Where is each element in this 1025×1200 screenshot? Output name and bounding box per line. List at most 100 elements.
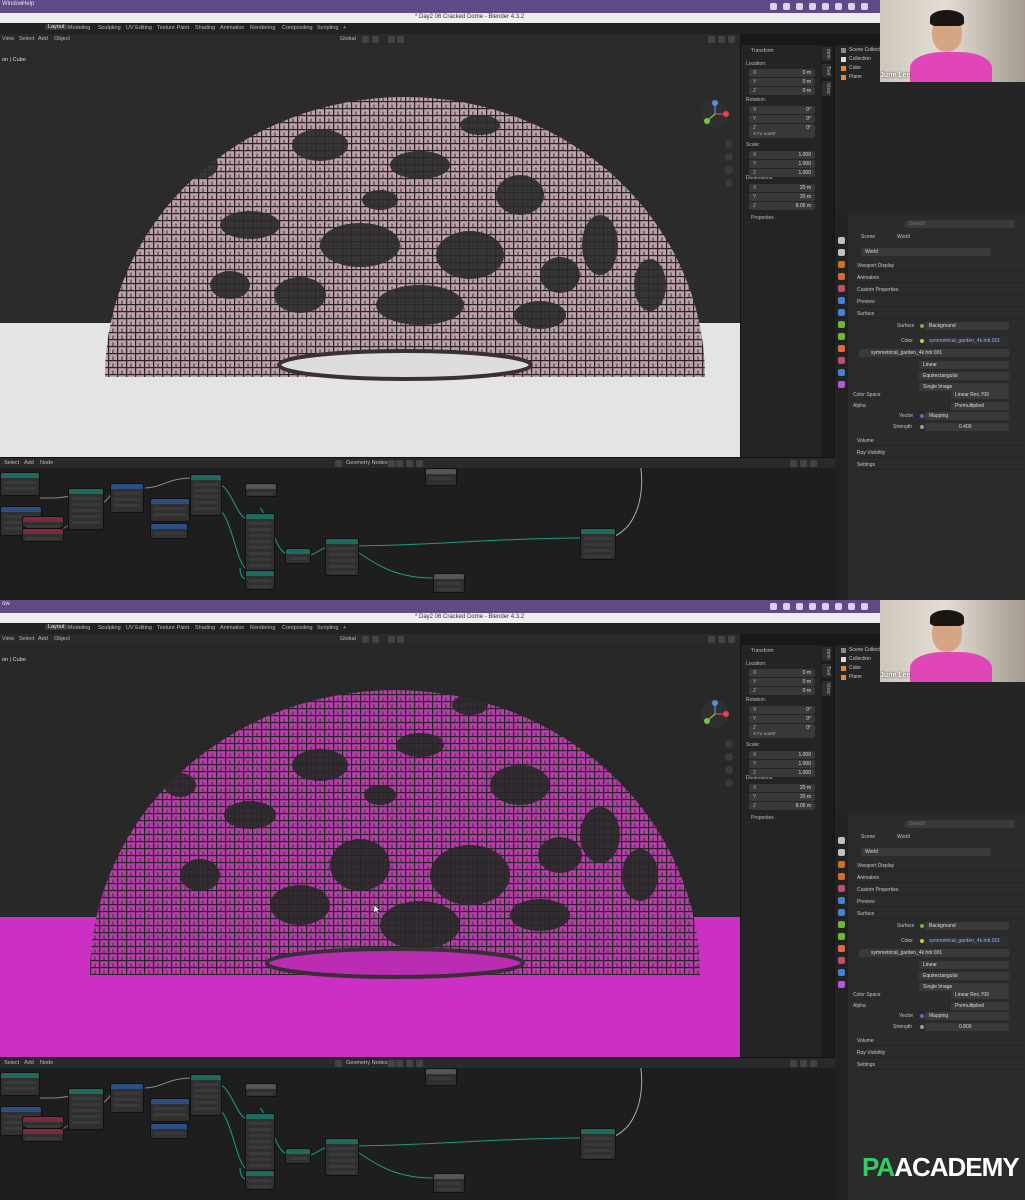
menubar-status-icon[interactable]: [822, 603, 829, 610]
menubar-status-icon[interactable]: [783, 3, 790, 10]
viewport-nav-icon[interactable]: [725, 740, 733, 748]
node-menu-select[interactable]: Select: [4, 460, 19, 466]
geometry-node[interactable]: [190, 1074, 222, 1116]
world-selector[interactable]: World: [861, 848, 991, 856]
node-header-icon[interactable]: [790, 460, 797, 467]
viewport-menu-view[interactable]: View: [2, 36, 14, 42]
menubar-status-icon[interactable]: [861, 3, 868, 10]
geometry-node[interactable]: [150, 1123, 188, 1139]
menubar-status-icon[interactable]: [848, 603, 855, 610]
geometry-node[interactable]: [433, 573, 465, 593]
properties-tab-icon[interactable]: [838, 933, 845, 940]
geometry-node[interactable]: [285, 1148, 311, 1164]
tab-modeling[interactable]: Modeling: [68, 625, 90, 631]
properties-tab-icon[interactable]: [838, 981, 845, 988]
node-menu-select[interactable]: Select: [4, 1060, 19, 1066]
geometry-node[interactable]: [245, 483, 277, 497]
tab-uv-editing[interactable]: UV Editing: [126, 625, 152, 631]
geometry-node[interactable]: [22, 516, 64, 528]
section-settings[interactable]: Settings: [851, 1060, 1023, 1070]
geometry-node[interactable]: [22, 528, 64, 542]
node-header-icon[interactable]: [406, 1060, 413, 1067]
menubar-status-icon[interactable]: [796, 3, 803, 10]
tab-animation[interactable]: Animation: [220, 625, 244, 631]
rotation-x-field[interactable]: X 0°: [749, 106, 815, 114]
tab-compositing[interactable]: Compositing: [282, 625, 313, 631]
header-tool-icon[interactable]: [388, 636, 395, 643]
geometry-node-editor[interactable]: [0, 1068, 835, 1200]
interp-dropdown[interactable]: Linear: [919, 961, 1009, 969]
alpha-dropdown[interactable]: Premultiplied: [951, 1002, 1009, 1010]
sidebar-tab-view[interactable]: View: [822, 81, 831, 96]
node-header-icon[interactable]: [810, 460, 817, 467]
header-tool-icon[interactable]: [388, 36, 395, 43]
rotation-x-field[interactable]: X 0°: [749, 706, 815, 714]
properties-tab-icon[interactable]: [838, 285, 845, 292]
node-menu-add[interactable]: Add: [24, 460, 34, 466]
geometry-node[interactable]: [110, 483, 144, 513]
node-menu-add[interactable]: Add: [24, 1060, 34, 1066]
properties-tab-icon[interactable]: [838, 969, 845, 976]
menubar-status-icon[interactable]: [861, 603, 868, 610]
node-header-icon[interactable]: [790, 1060, 797, 1067]
tab-add[interactable]: +: [343, 25, 346, 31]
sidebar-tab-tool[interactable]: Tool: [822, 64, 831, 78]
properties-subpanel[interactable]: Properties: [751, 815, 774, 821]
viewport-nav-icon[interactable]: [725, 166, 733, 174]
node-header-icon[interactable]: [396, 1060, 403, 1067]
tab-shading[interactable]: Shading: [195, 625, 215, 631]
geometry-node[interactable]: [245, 1083, 277, 1097]
properties-tab-icon[interactable]: [838, 837, 845, 844]
properties-tab-icon[interactable]: [838, 249, 845, 256]
header-tool-icon[interactable]: [397, 636, 404, 643]
properties-tab-icon[interactable]: [838, 945, 845, 952]
navigation-gizmo[interactable]: [700, 699, 730, 729]
geometry-node[interactable]: [245, 1170, 275, 1190]
transform-title[interactable]: Transform: [751, 48, 774, 54]
tab-sculpting[interactable]: Sculpting: [98, 25, 121, 31]
node-tree-selector[interactable]: Geometry Nodes: [346, 1060, 388, 1066]
rotation-y-field[interactable]: Y 0°: [749, 115, 815, 123]
dimensions-y-field[interactable]: Y 20 m: [749, 193, 815, 201]
viewport-menu-add[interactable]: Add: [38, 636, 48, 642]
rotation-z-field[interactable]: Z 0°: [749, 124, 815, 132]
source-dropdown[interactable]: Single Image: [919, 983, 1009, 991]
color-space-dropdown[interactable]: Linear Rec.709: [951, 991, 1009, 999]
section-ray-visibility[interactable]: Ray Visibility: [851, 448, 1023, 458]
geometry-node[interactable]: [325, 1138, 359, 1176]
viewport-menu-select[interactable]: Select: [19, 636, 34, 642]
section-surface[interactable]: Surface: [851, 909, 1023, 919]
properties-tab-icon[interactable]: [838, 381, 845, 388]
location-z-field[interactable]: Z 0 m: [749, 687, 815, 695]
strength-field[interactable]: 0.400: [925, 423, 1009, 431]
dimensions-z-field[interactable]: Z 8.05 m: [749, 802, 815, 810]
image-datablock[interactable]: symmetrical_garden_4k.hdr.001: [859, 349, 1009, 357]
rotation-y-field[interactable]: Y 0°: [749, 715, 815, 723]
location-y-field[interactable]: Y 0 m: [749, 678, 815, 686]
menubar-status-icon[interactable]: [822, 3, 829, 10]
geometry-node[interactable]: [0, 1072, 40, 1096]
menubar-status-icon[interactable]: [848, 3, 855, 10]
viewport-nav-icon[interactable]: [725, 766, 733, 774]
geometry-node[interactable]: [68, 488, 104, 530]
surface-shader-field[interactable]: Background: [925, 322, 1009, 330]
geometry-node[interactable]: [425, 468, 457, 486]
node-header-icon[interactable]: [800, 460, 807, 467]
menubar-status-icon[interactable]: [835, 3, 842, 10]
node-header-icon[interactable]: [388, 1060, 395, 1067]
header-tool-icon[interactable]: [372, 636, 379, 643]
node-header-icon[interactable]: [800, 1060, 807, 1067]
menu-window[interactable]: ow: [2, 601, 10, 607]
transform-title[interactable]: Transform: [751, 648, 774, 654]
projection-dropdown[interactable]: Equirectangular: [919, 972, 1009, 980]
location-x-field[interactable]: X 0 m: [749, 69, 815, 77]
outliner-item-collection[interactable]: Collection: [849, 656, 871, 662]
orientation-dropdown[interactable]: Global: [340, 36, 356, 42]
menubar-status-icon[interactable]: [783, 603, 790, 610]
geometry-node[interactable]: [425, 1068, 457, 1086]
vector-field[interactable]: Mapping: [925, 1012, 1009, 1020]
sidebar-tab-item[interactable]: Item: [822, 647, 831, 661]
scale-x-field[interactable]: X 1.000: [749, 751, 815, 759]
viewport-menu-add[interactable]: Add: [38, 36, 48, 42]
header-tool-icon[interactable]: [397, 36, 404, 43]
